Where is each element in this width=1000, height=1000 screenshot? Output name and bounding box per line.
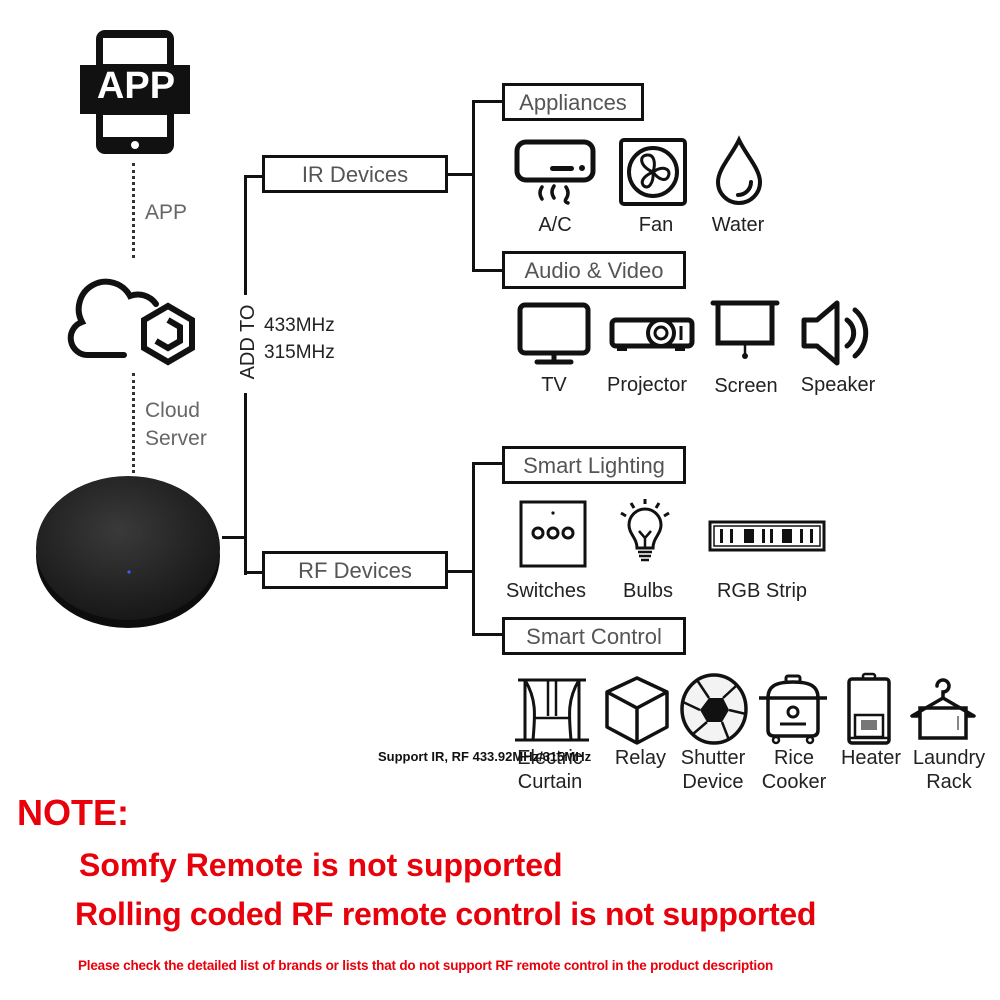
rf-to-groups — [446, 570, 474, 573]
label-rgb-strip: RGB Strip — [716, 580, 808, 602]
relay-cube-icon — [605, 676, 669, 745]
led-strip-icon — [708, 520, 826, 552]
label-curtain: Curtain — [517, 771, 583, 793]
ir-to-appliances — [472, 100, 504, 103]
water-drop-icon — [715, 135, 763, 205]
label-tv: TV — [541, 374, 567, 396]
ir-groups-vertical — [472, 100, 475, 272]
laundry-rack-icon — [910, 678, 976, 740]
audio-video-box: Audio & Video — [502, 251, 686, 289]
trunk-line-top — [244, 175, 247, 295]
app-icon-text: APP — [96, 65, 176, 107]
label-device: Device — [682, 771, 744, 793]
light-bulb-icon — [620, 499, 670, 562]
tv-icon — [517, 302, 591, 365]
water-heater-icon — [847, 672, 891, 745]
add-to-vertical-label: ADD TO — [228, 300, 268, 390]
freq-433: 433MHz — [264, 315, 335, 336]
ir-to-audio-video — [472, 269, 504, 272]
label-fan: Fan — [638, 214, 674, 236]
ir-hub-device-image — [36, 476, 220, 628]
label-switches: Switches — [505, 580, 587, 602]
projector-icon — [609, 317, 695, 351]
cloud-label-line1: Cloud — [145, 399, 200, 422]
ir-to-groups — [446, 173, 474, 176]
note-line-somfy: Somfy Remote is not supported — [79, 847, 563, 883]
smart-lighting-box: Smart Lighting — [502, 446, 686, 484]
trunk-to-ir — [244, 175, 264, 178]
appliances-box: Appliances — [502, 83, 644, 121]
ir-devices-box: IR Devices — [262, 155, 448, 193]
shutter-icon — [680, 673, 748, 745]
note-line-rolling-code: Rolling coded RF remote control is not s… — [75, 896, 817, 932]
air-conditioner-icon — [514, 139, 596, 205]
trunk-line-bottom — [244, 393, 247, 575]
note-footnote: Please check the detailed list of brands… — [78, 958, 774, 973]
label-bulbs: Bulbs — [622, 580, 674, 602]
cloud-label-line2: Server — [145, 427, 207, 450]
cloud-server-icon — [67, 278, 195, 366]
add-to-text: ADD TO — [237, 304, 259, 380]
label-shutter: Shutter — [680, 747, 746, 769]
label-heater: Heater — [840, 747, 902, 769]
cloud-dotted-link — [132, 373, 135, 473]
label-water: Water — [711, 214, 765, 236]
rf-to-smart-control — [472, 633, 504, 636]
fan-icon — [619, 138, 687, 206]
label-rice: Rice — [773, 747, 814, 769]
label-speaker: Speaker — [800, 374, 876, 396]
support-overlay-caption: Support IR, RF 433.92MHz/315MHz — [378, 749, 592, 764]
label-screen: Screen — [714, 375, 778, 397]
rf-to-smart-lighting — [472, 462, 504, 465]
label-cooker: Cooker — [761, 771, 827, 793]
trunk-to-rf — [244, 571, 264, 574]
rice-cooker-icon — [759, 674, 827, 745]
label-rack: Rack — [926, 771, 972, 793]
app-dotted-link — [132, 163, 135, 258]
label-projector: Projector — [606, 374, 688, 396]
smart-control-box: Smart Control — [502, 617, 686, 655]
speaker-icon — [801, 300, 869, 366]
app-label: APP — [145, 201, 188, 224]
hub-connector-line — [222, 536, 246, 539]
note-heading: NOTE: — [17, 792, 129, 833]
projection-screen-icon — [710, 300, 780, 359]
freq-315: 315MHz — [264, 342, 335, 363]
label-relay: Relay — [614, 747, 666, 769]
curtain-icon — [515, 678, 589, 742]
rf-devices-box: RF Devices — [262, 551, 448, 589]
rf-groups-vertical — [472, 462, 475, 636]
wall-switch-icon — [519, 500, 587, 568]
label-laundry: Laundry — [912, 747, 986, 769]
label-ac: A/C — [538, 214, 572, 236]
